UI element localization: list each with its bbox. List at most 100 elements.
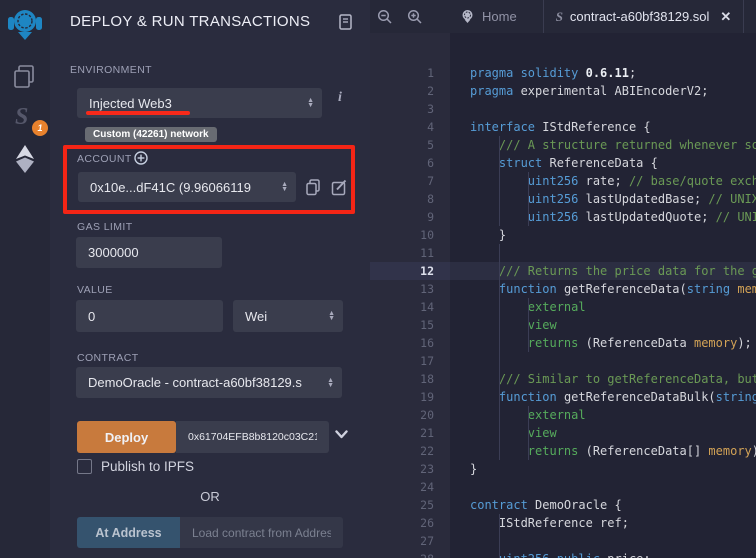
- line-number: 19: [370, 388, 450, 406]
- or-label: OR: [77, 489, 343, 504]
- line-number: 21: [370, 424, 450, 442]
- indent-guide: [499, 208, 500, 226]
- code-line[interactable]: function getReferenceData(string memory …: [450, 280, 756, 298]
- line-number: 22: [370, 442, 450, 460]
- deploy-param-input[interactable]: [176, 421, 329, 453]
- code-line[interactable]: /// Returns the price data for the given…: [450, 262, 756, 280]
- account-select[interactable]: 0x10e...dF41C (9.96066119 ▲▼: [78, 172, 296, 202]
- code-line[interactable]: uint256 lastUpdatedQuote; // UNIX epoch: [450, 208, 756, 226]
- value-unit: Wei: [245, 309, 324, 324]
- indent-guide: [499, 262, 500, 280]
- indent-guide: [528, 190, 529, 208]
- indent-guide: [499, 550, 500, 558]
- contract-value: DemoOracle - contract-a60bf38129.s: [88, 375, 327, 390]
- code-line[interactable]: external: [450, 406, 756, 424]
- value-unit-select[interactable]: Wei ▲▼: [233, 300, 343, 332]
- line-number: 16: [370, 334, 450, 352]
- line-number: 14: [370, 298, 450, 316]
- code-line[interactable]: uint256 rate; // base/quote exchange rat…: [450, 172, 756, 190]
- editor-code[interactable]: pragma solidity 0.6.11;pragma experiment…: [450, 33, 756, 558]
- code-line[interactable]: contract DemoOracle {: [450, 496, 756, 514]
- indent-guide: [499, 424, 500, 442]
- indent-guide: [528, 298, 529, 316]
- compiler-badge: 1: [32, 120, 48, 136]
- code-line[interactable]: [450, 100, 756, 118]
- at-address-button[interactable]: At Address: [77, 517, 180, 548]
- remix-logo: [0, 8, 50, 42]
- value-label: VALUE: [77, 284, 113, 296]
- indent-guide: [528, 316, 529, 334]
- environment-value: Injected Web3: [89, 96, 303, 111]
- indent-guide: [499, 316, 500, 334]
- close-tab-icon[interactable]: ✕: [720, 9, 731, 25]
- deploy-run-panel: DEPLOY & RUN TRANSACTIONS ENVIRONMENT In…: [50, 0, 370, 558]
- editor-gutter: 1234567891011121314151617181920212223242…: [370, 33, 450, 558]
- line-number: 7: [370, 172, 450, 190]
- code-line[interactable]: view: [450, 316, 756, 334]
- environment-info-icon[interactable]: i: [334, 90, 346, 106]
- code-line[interactable]: interface IStdReference {: [450, 118, 756, 136]
- code-line[interactable]: view: [450, 424, 756, 442]
- code-line[interactable]: }: [450, 226, 756, 244]
- copy-account-icon[interactable]: [305, 179, 321, 196]
- gas-limit-label: GAS LIMIT: [77, 221, 133, 233]
- code-line[interactable]: uint256 lastUpdatedBase; // UNIX epoch: [450, 190, 756, 208]
- indent-guide: [499, 136, 500, 154]
- code-line[interactable]: IStdReference ref;: [450, 514, 756, 532]
- code-line[interactable]: /// Similar to getReferenceData, but wit…: [450, 370, 756, 388]
- contract-select[interactable]: DemoOracle - contract-a60bf38129.s ▲▼: [76, 367, 342, 398]
- code-line[interactable]: }: [450, 460, 756, 478]
- gas-limit-input[interactable]: [76, 237, 222, 268]
- indent-guide: [528, 406, 529, 424]
- indent-guide: [499, 190, 500, 208]
- code-line[interactable]: [450, 478, 756, 496]
- file-explorer-icon[interactable]: [0, 64, 50, 90]
- sign-message-icon[interactable]: [331, 179, 348, 196]
- code-line[interactable]: function getReferenceDataBulk(string[] m…: [450, 388, 756, 406]
- indent-guide: [499, 244, 500, 262]
- environment-label: ENVIRONMENT: [70, 64, 152, 76]
- indent-guide: [499, 172, 500, 190]
- at-address-input[interactable]: [180, 517, 343, 548]
- select-arrows-icon: ▲▼: [281, 182, 288, 192]
- code-line[interactable]: pragma solidity 0.6.11;: [450, 64, 756, 82]
- line-number: 3: [370, 100, 450, 118]
- line-number: 9: [370, 208, 450, 226]
- code-line[interactable]: uint256 public price;: [450, 550, 756, 558]
- line-number: 23: [370, 460, 450, 478]
- line-number: 15: [370, 316, 450, 334]
- publish-ipfs-checkbox[interactable]: [77, 459, 92, 474]
- publish-ipfs-label: Publish to IPFS: [101, 459, 194, 474]
- plugin-icon-bar: S 1: [0, 0, 50, 558]
- zoom-out-icon[interactable]: [370, 9, 400, 25]
- tab-contract-file[interactable]: S contract-a60bf38129.sol ✕: [543, 0, 745, 33]
- code-line[interactable]: struct ReferenceData {: [450, 154, 756, 172]
- line-number: 17: [370, 352, 450, 370]
- editor-tabbar: Home S contract-a60bf38129.sol ✕: [370, 0, 756, 33]
- code-line[interactable]: external: [450, 298, 756, 316]
- line-number: 26: [370, 514, 450, 532]
- network-badge: Custom (42261) network: [85, 127, 217, 142]
- code-line[interactable]: [450, 352, 756, 370]
- expand-deploy-icon[interactable]: [335, 430, 348, 439]
- deploy-run-icon[interactable]: [0, 144, 50, 174]
- deploy-button[interactable]: Deploy: [77, 421, 176, 453]
- code-line[interactable]: /// A structure returned whenever someon…: [450, 136, 756, 154]
- add-account-icon[interactable]: [134, 151, 148, 165]
- code-line[interactable]: [450, 532, 756, 550]
- indent-guide: [499, 388, 500, 406]
- tab-home[interactable]: Home: [448, 0, 529, 33]
- code-line[interactable]: returns (ReferenceData memory);: [450, 334, 756, 352]
- code-line[interactable]: [450, 244, 756, 262]
- line-number: 13: [370, 280, 450, 298]
- solidity-compiler-icon[interactable]: S 1: [0, 102, 50, 138]
- code-line[interactable]: returns (ReferenceData[] memory);: [450, 442, 756, 460]
- indent-guide: [499, 334, 500, 352]
- value-input[interactable]: [76, 300, 223, 332]
- documentation-icon[interactable]: [338, 14, 353, 30]
- indent-guide: [528, 208, 529, 226]
- code-line[interactable]: pragma experimental ABIEncoderV2;: [450, 82, 756, 100]
- contract-label: CONTRACT: [77, 352, 139, 364]
- indent-guide: [499, 280, 500, 298]
- zoom-in-icon[interactable]: [400, 9, 430, 25]
